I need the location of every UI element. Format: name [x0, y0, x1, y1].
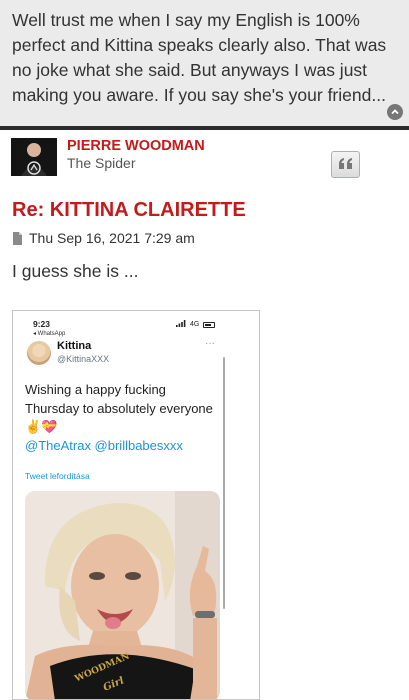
post-header: PIERRE WOODMAN The Spider	[0, 130, 409, 190]
tweet-scrollbar	[223, 357, 225, 609]
post-meta: Thu Sep 16, 2021 7:29 am	[12, 230, 195, 246]
post-author[interactable]: PIERRE WOODMAN	[67, 138, 205, 154]
signal-icon	[176, 320, 186, 329]
phone-status-time: 9:23	[33, 319, 51, 329]
tweet-translate-link: Tweet lefordítása	[25, 471, 90, 481]
tweet-author-avatar	[27, 341, 51, 365]
phone-back-label: ◂ WhatsApp	[33, 331, 66, 337]
avatar[interactable]	[11, 138, 57, 176]
post-body: I guess she is ...	[12, 261, 139, 281]
embedded-screenshot[interactable]: 9:23 ◂ WhatsApp 4G Kittina @KittinaXXX ·…	[12, 310, 260, 700]
tweet-author-handle: @KittinaXXX	[57, 354, 110, 364]
tweet-photo: WOODMAN Girl	[25, 491, 220, 699]
post-title[interactable]: Re: KITTINA CLAIRETTE	[12, 199, 246, 222]
chevron-up-icon[interactable]	[387, 104, 403, 120]
tweet-text: Wishing a happy fucking Thursday to abso…	[25, 382, 213, 434]
post-timestamp: Thu Sep 16, 2021 7:29 am	[29, 230, 195, 246]
file-icon[interactable]	[12, 231, 23, 245]
quoted-message-text: Well trust me when I say my English is 1…	[12, 10, 387, 105]
battery-icon	[203, 321, 216, 328]
tweet-mentions: @TheAtrax @brillbabesxxx	[25, 438, 183, 453]
quote-icon	[338, 156, 354, 174]
tweet-author-name: Kittina	[57, 340, 92, 352]
post-author-rank: The Spider	[67, 155, 136, 171]
phone-status-icons: 4G	[176, 320, 216, 329]
network-label: 4G	[190, 321, 200, 328]
quote-button[interactable]	[331, 151, 360, 178]
more-icon: ···	[205, 338, 215, 349]
quoted-message: Well trust me when I say my English is 1…	[0, 0, 409, 126]
